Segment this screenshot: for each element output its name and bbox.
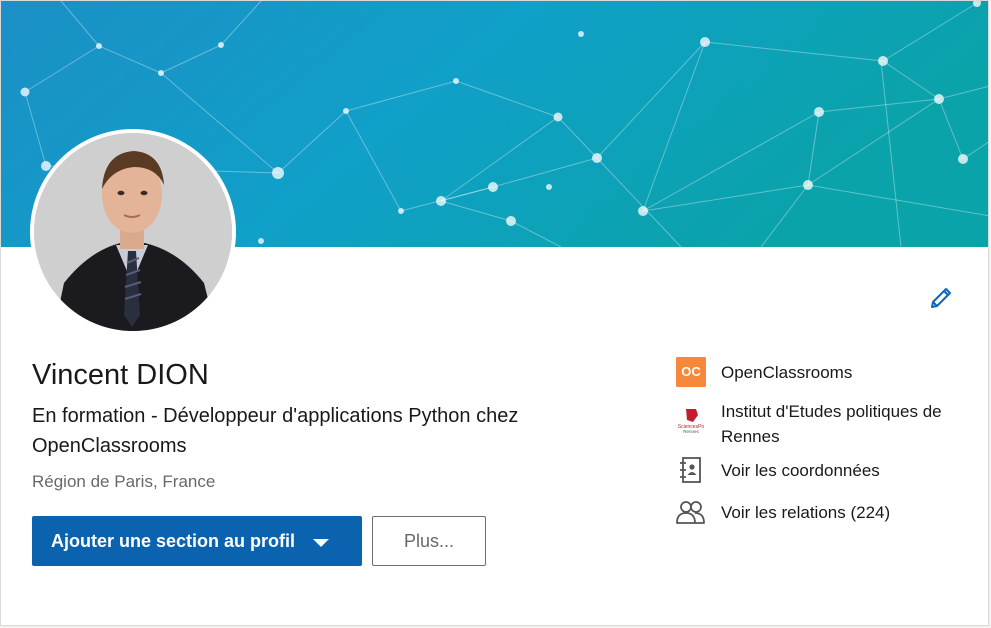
caret-down-icon [313,539,330,547]
side-item-openclassrooms[interactable]: OC OpenClassrooms [676,357,976,387]
more-button[interactable]: Plus... [372,516,486,566]
profile-photo[interactable] [34,133,232,331]
edit-profile-button[interactable] [926,283,956,313]
profile-location: Région de Paris, France [32,472,216,491]
side-item-connections[interactable]: Voir les relations (224) [676,497,976,527]
add-profile-section-label: Ajouter une section au profil [51,530,296,551]
contact-card-icon [676,455,706,485]
openclassrooms-logo: OC [676,357,706,387]
openclassrooms-logo-mark: OC [676,357,706,387]
profile-headline: En formation - Développeur d'application… [32,405,519,457]
side-item-label: OpenClassrooms [721,363,853,382]
pencil-icon [931,288,951,308]
sciencespo-logo-subtext: Rennes [683,429,699,434]
openclassrooms-logo-text: OC [681,364,701,379]
side-item-contact-info[interactable]: Voir les coordonnées [676,455,976,485]
contact-card-icon-graphic [680,457,701,483]
side-item-label: Institut d'Etudes politiques de Rennes [721,402,942,446]
side-item-sciencespo-rennes[interactable]: SciencesPo Rennes Institut d'Etudes poli… [676,399,976,449]
connections-icon-graphic [676,501,705,524]
side-item-label: Voir les relations (224) [721,503,891,522]
sciencespo-rennes-logo: SciencesPo Rennes [676,405,706,435]
add-profile-section-button[interactable]: Ajouter une section au profil [32,516,362,566]
profile-name: Vincent DION [32,359,209,391]
connections-icon [676,497,706,527]
profile-card: Vincent DION En formation - Développeur … [0,0,989,626]
sciencespo-rennes-logo-mark: SciencesPo Rennes [676,405,706,435]
side-item-label: Voir les coordonnées [721,461,880,480]
profile-photo-image [34,133,232,331]
